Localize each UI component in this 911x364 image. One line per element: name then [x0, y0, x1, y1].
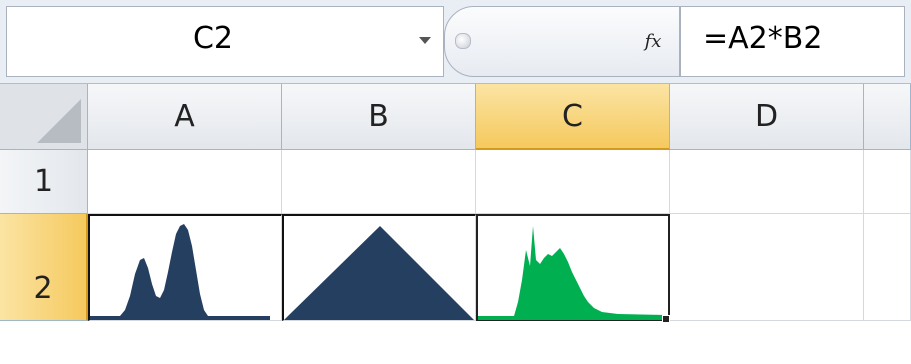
name-box-value[interactable]: C2: [7, 21, 419, 56]
sparkline-a2-chart: [90, 224, 270, 320]
column-header-b[interactable]: B: [282, 84, 476, 150]
select-all-button[interactable]: [0, 84, 88, 150]
sparkline-a2-shape: [90, 224, 270, 320]
row-header-1[interactable]: 1: [0, 150, 88, 214]
formula-text[interactable]: =A2*B2: [703, 21, 822, 56]
column-header-d[interactable]: D: [670, 84, 864, 150]
cell-c2[interactable]: [476, 214, 670, 323]
chevron-down-icon[interactable]: [419, 37, 431, 44]
cell-c1[interactable]: [476, 150, 670, 214]
cell-e1[interactable]: [864, 150, 911, 214]
cell-d1[interactable]: [670, 150, 864, 214]
formula-input[interactable]: =A2*B2: [680, 6, 905, 77]
cell-b2[interactable]: [282, 214, 476, 321]
cell-a1[interactable]: [88, 150, 282, 214]
column-header-c[interactable]: C: [476, 84, 670, 150]
sparkline-c2-chart: [478, 226, 666, 320]
column-header-e[interactable]: [864, 84, 911, 150]
sparkline-c2-shape: [478, 226, 666, 320]
formula-controls: fx: [444, 6, 680, 77]
sparkline-b2-chart: [284, 226, 474, 320]
select-all-triangle-icon: [37, 99, 81, 143]
row-header-2[interactable]: 2: [0, 214, 88, 321]
cell-b1[interactable]: [282, 150, 476, 214]
resize-grip-icon[interactable]: [455, 33, 471, 49]
column-header-a[interactable]: A: [88, 84, 282, 150]
cell-a2[interactable]: [88, 214, 282, 321]
cell-d2[interactable]: [670, 214, 864, 321]
sparkline-b2-shape: [284, 226, 474, 320]
name-box[interactable]: C2: [6, 6, 444, 77]
insert-function-button[interactable]: fx: [635, 27, 671, 57]
cell-e2[interactable]: [864, 214, 911, 321]
formula-bar: C2 fx =A2*B2: [0, 0, 911, 84]
fill-handle[interactable]: [662, 315, 670, 323]
